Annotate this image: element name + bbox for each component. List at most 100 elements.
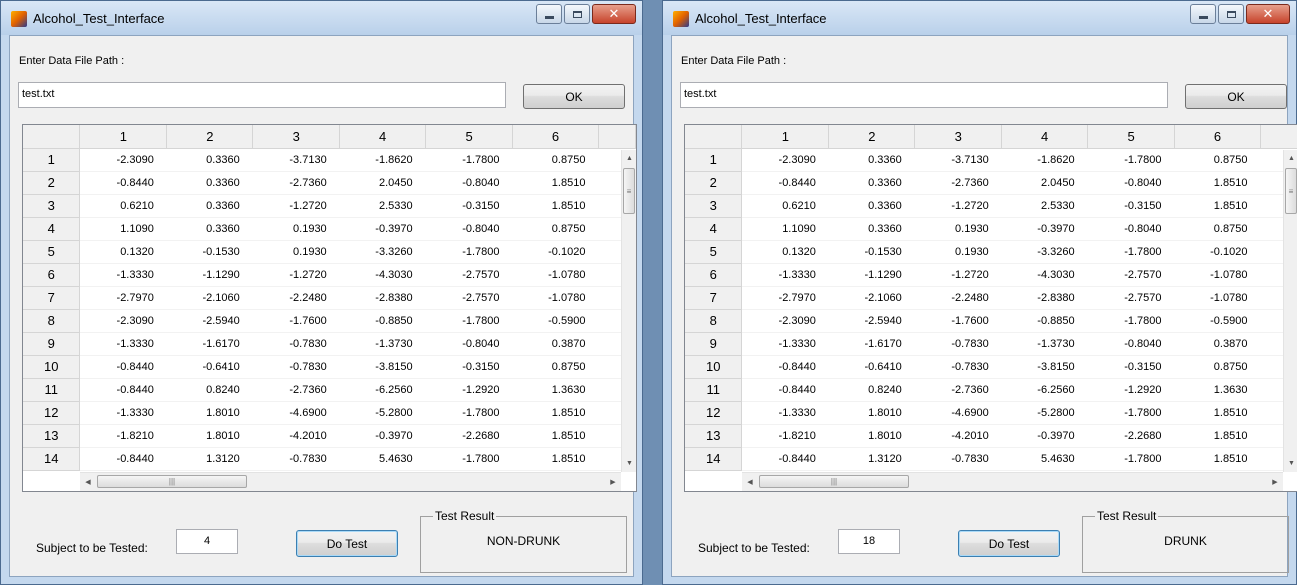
table-cell[interactable]: -0.3150	[1087, 355, 1175, 379]
table-cell[interactable]: 0.1930	[252, 217, 340, 241]
table-cell[interactable]: -0.7830	[252, 447, 340, 471]
title-bar[interactable]: Alcohol_Test_Interface ✕	[663, 1, 1296, 35]
row-header[interactable]: 12	[685, 401, 743, 425]
horizontal-scroll-thumb[interactable]: |||	[759, 475, 909, 488]
maximize-button[interactable]	[1218, 4, 1244, 24]
table-cell[interactable]: -0.8440	[741, 171, 829, 195]
arrow-down-icon[interactable]: ▼	[1284, 455, 1297, 472]
table-cell[interactable]: 0.6210	[79, 194, 167, 218]
table-cell[interactable]: -0.3150	[425, 194, 513, 218]
table-cell[interactable]: -2.2680	[1087, 424, 1175, 448]
table-cell[interactable]: -2.7570	[425, 263, 513, 287]
table-cell[interactable]: -0.3970	[1001, 217, 1088, 241]
table-cell[interactable]: -1.7800	[425, 148, 513, 172]
table-cell[interactable]: -2.2480	[914, 286, 1002, 310]
table-cell[interactable]: -2.7360	[252, 378, 340, 402]
table-cell[interactable]: -2.7970	[741, 286, 829, 310]
column-header[interactable]: 1	[741, 125, 830, 149]
table-cell[interactable]: -0.7830	[252, 332, 340, 356]
table-cell[interactable]: -0.1020	[1174, 240, 1261, 264]
table-cell[interactable]: -0.1530	[828, 240, 915, 264]
table-cell[interactable]: -1.2720	[914, 263, 1002, 287]
table-cell[interactable]: -1.2720	[252, 194, 340, 218]
table-cell[interactable]: -2.7970	[79, 286, 167, 310]
table-cell[interactable]: -0.7830	[914, 332, 1002, 356]
table-cell[interactable]: 0.3360	[166, 217, 253, 241]
table-cell[interactable]: -1.7800	[425, 447, 513, 471]
table-cell[interactable]: -2.5940	[828, 309, 915, 333]
row-header[interactable]: 7	[685, 286, 743, 310]
table-cell[interactable]: -0.8850	[1001, 309, 1088, 333]
row-header[interactable]: 7	[23, 286, 81, 310]
table-cell[interactable]: -1.7800	[425, 401, 513, 425]
vertical-scrollbar[interactable]: ▲ ≡ ▼	[1283, 150, 1297, 472]
table-cell[interactable]: 1.8510	[1174, 447, 1261, 471]
row-header[interactable]: 13	[685, 424, 743, 448]
table-cell[interactable]: 0.3360	[828, 171, 915, 195]
file-path-input[interactable]: test.txt	[680, 82, 1168, 108]
table-cell[interactable]: -0.1020	[512, 240, 599, 264]
row-header[interactable]: 11	[685, 378, 743, 402]
row-header[interactable]: 9	[685, 332, 743, 356]
table-cell[interactable]: 0.8240	[166, 378, 253, 402]
table-cell[interactable]: -3.3260	[1001, 240, 1088, 264]
table-cell[interactable]: -1.0780	[1174, 286, 1261, 310]
subject-input[interactable]: 4	[176, 529, 238, 554]
column-header[interactable]: 3	[914, 125, 1003, 149]
table-cell[interactable]: 5.4630	[339, 447, 426, 471]
table-cell[interactable]: -2.7360	[914, 378, 1002, 402]
table-cell[interactable]: -5.2800	[1001, 401, 1088, 425]
table-cell[interactable]: 1.8510	[1174, 424, 1261, 448]
row-header[interactable]: 12	[23, 401, 81, 425]
row-header[interactable]: 13	[23, 424, 81, 448]
table-cell[interactable]: -2.7570	[1087, 263, 1175, 287]
table-cell[interactable]: 0.8750	[1174, 217, 1261, 241]
table-cell[interactable]: -3.8150	[339, 355, 426, 379]
table-cell[interactable]: 1.8510	[512, 401, 599, 425]
table-cell[interactable]: -2.8380	[339, 286, 426, 310]
table-cell[interactable]: -1.7600	[252, 309, 340, 333]
table-cell[interactable]: 0.3360	[166, 171, 253, 195]
column-header[interactable]: 4	[339, 125, 427, 149]
row-header[interactable]: 2	[23, 171, 81, 195]
table-cell[interactable]: 0.1930	[914, 217, 1002, 241]
row-header[interactable]: 5	[685, 240, 743, 264]
table-cell[interactable]: -0.8040	[1087, 171, 1175, 195]
table-cell[interactable]: -0.7830	[914, 447, 1002, 471]
vertical-scrollbar[interactable]: ▲ ≡ ▼	[621, 150, 636, 472]
table-cell[interactable]: 0.6210	[741, 194, 829, 218]
table-cell[interactable]: 2.5330	[339, 194, 426, 218]
row-header[interactable]: 14	[685, 447, 743, 471]
column-header[interactable]: 4	[1001, 125, 1089, 149]
table-cell[interactable]: 0.8240	[828, 378, 915, 402]
table-cell[interactable]: -2.3090	[741, 309, 829, 333]
table-cell[interactable]: -1.3730	[339, 332, 426, 356]
table-cell[interactable]: 1.1090	[79, 217, 167, 241]
table-cell[interactable]: -1.2920	[1087, 378, 1175, 402]
table-cell[interactable]: -1.3730	[1001, 332, 1088, 356]
table-cell[interactable]: 5.4630	[1001, 447, 1088, 471]
column-header[interactable]: 5	[1087, 125, 1176, 149]
table-cell[interactable]: -1.7800	[425, 240, 513, 264]
do-test-button[interactable]: Do Test	[958, 530, 1060, 557]
table-cell[interactable]: 0.8750	[1174, 148, 1261, 172]
table-cell[interactable]: -1.6170	[166, 332, 253, 356]
column-header[interactable]: 5	[425, 125, 514, 149]
maximize-button[interactable]	[564, 4, 590, 24]
table-cell[interactable]: -1.3330	[741, 332, 829, 356]
table-cell[interactable]: -0.8040	[425, 332, 513, 356]
arrow-up-icon[interactable]: ▲	[1284, 150, 1297, 167]
table-cell[interactable]: 2.0450	[339, 171, 426, 195]
table-cell[interactable]: -1.0780	[512, 286, 599, 310]
table-cell[interactable]: -1.2720	[914, 194, 1002, 218]
table-cell[interactable]: -4.2010	[914, 424, 1002, 448]
table-cell[interactable]: -0.8440	[741, 378, 829, 402]
table-cell[interactable]: 1.8510	[512, 194, 599, 218]
table-cell[interactable]: -0.7830	[252, 355, 340, 379]
table-cell[interactable]: -1.3330	[79, 332, 167, 356]
table-cell[interactable]: -0.3970	[339, 217, 426, 241]
table-cell[interactable]: -1.0780	[1174, 263, 1261, 287]
table-cell[interactable]: -4.3030	[339, 263, 426, 287]
table-cell[interactable]: -3.3260	[339, 240, 426, 264]
vertical-scroll-thumb[interactable]: ≡	[623, 168, 635, 214]
